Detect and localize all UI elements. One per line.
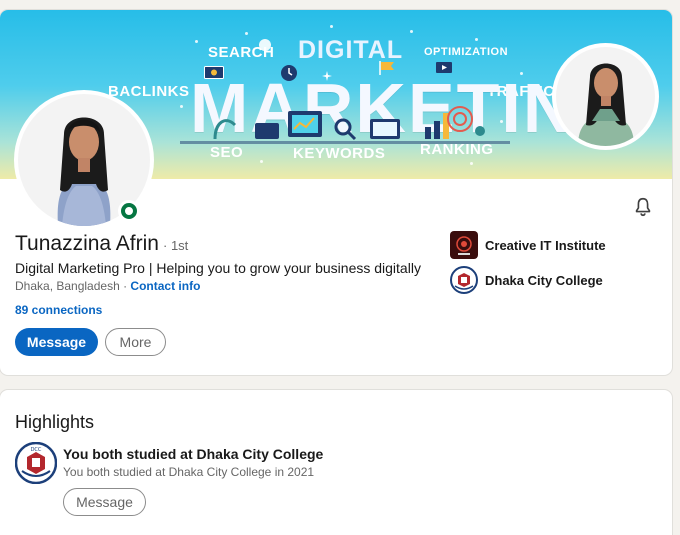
highlight-subtitle: You both studied at Dhaka City College i…	[63, 465, 315, 479]
highlight-title: You both studied at Dhaka City College	[63, 446, 324, 462]
banner-avatar	[552, 43, 659, 150]
org-dhaka-city-college[interactable]: Dhaka City College	[450, 266, 603, 294]
more-button[interactable]: More	[105, 328, 166, 356]
profile-name: Tunazzina Afrin	[15, 232, 159, 255]
banner-avatar-photo	[556, 47, 655, 146]
banner-word-backlinks: BACLINKS	[108, 83, 190, 100]
org-creative-it-institute[interactable]: Creative IT Institute	[450, 231, 606, 259]
dhaka-city-college-logo-icon	[450, 266, 478, 294]
org-name-creative-it: Creative IT Institute	[485, 237, 606, 253]
online-status-icon	[118, 200, 140, 222]
message-button[interactable]: Message	[15, 328, 98, 356]
highlights-card: Highlights DCC You both studied at Dhaka…	[0, 390, 672, 535]
connections-link[interactable]: 89 connections	[15, 303, 102, 317]
banner-word-optimization: OPTIMIZATION	[424, 46, 509, 58]
profile-location: Dhaka, Bangladesh	[15, 279, 120, 293]
banner-word-search: SEARCH	[208, 44, 275, 61]
profile-location-line: Dhaka, Bangladesh · Contact info	[15, 279, 200, 293]
banner-word-keywords: KEYWORDS	[293, 145, 386, 162]
svg-text:DCC: DCC	[31, 447, 42, 453]
org-name-dhaka-city-college: Dhaka City College	[485, 272, 603, 288]
profile-headline: Digital Marketing Pro | Helping you to g…	[15, 260, 421, 276]
notification-bell-icon[interactable]	[632, 196, 654, 218]
connection-degree: · 1st	[163, 238, 189, 253]
marketing-illustration	[180, 106, 510, 144]
profile-card: SEARCH DIGITAL OPTIMIZATION BACLINKS TRA…	[0, 10, 672, 375]
contact-info-link[interactable]: Contact info	[130, 279, 200, 293]
banner-word-digital: DIGITAL	[298, 36, 404, 64]
highlights-title: Highlights	[15, 412, 95, 432]
highlight-message-button[interactable]: Message	[63, 488, 146, 516]
location-separator: ·	[119, 279, 131, 293]
creative-it-logo-icon	[450, 231, 478, 259]
dhaka-city-college-logo-icon[interactable]: DCC	[14, 441, 58, 485]
